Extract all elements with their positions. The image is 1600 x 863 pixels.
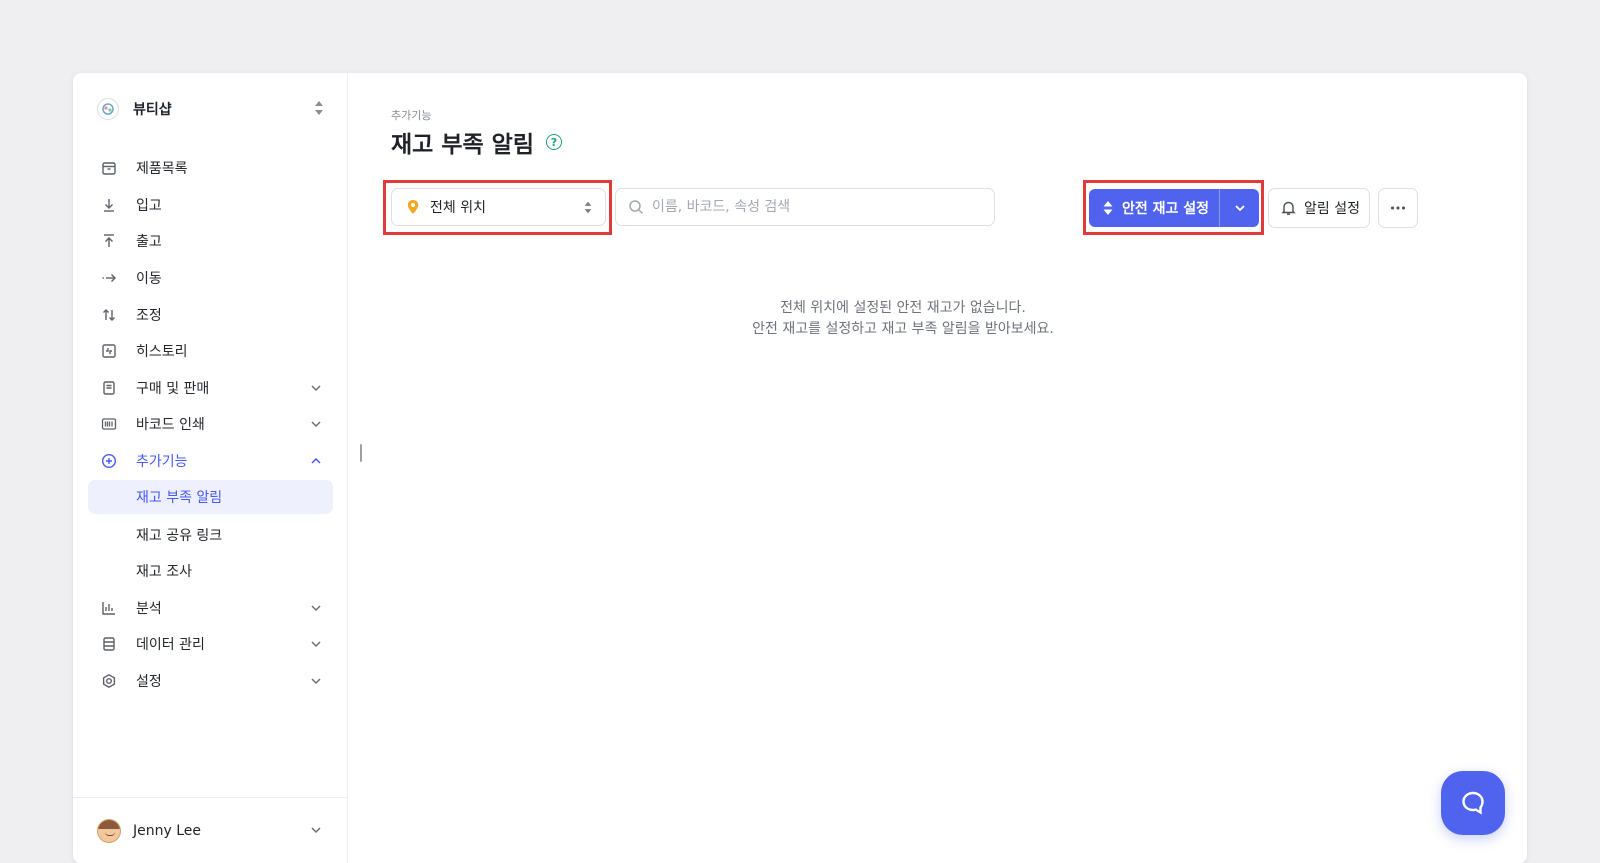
chevron-down-icon (1234, 205, 1245, 212)
sidebar-item-inbound[interactable]: 입고 (88, 187, 333, 224)
sidebar-item-label: 데이터 관리 (136, 637, 205, 654)
bell-icon (1281, 201, 1296, 215)
updown-icon (584, 201, 592, 214)
chat-bubble-icon (1462, 791, 1484, 815)
sidebar-item-outbound[interactable]: 출고 (88, 223, 333, 260)
chevron-down-icon[interactable] (309, 674, 323, 688)
chevron-down-icon[interactable] (309, 601, 323, 615)
empty-state-line: 안전 재고를 설정하고 재고 부족 알림을 받아보세요. (752, 321, 1054, 337)
sidebar-item-products[interactable]: 제품목록 (88, 150, 333, 187)
sidebar-subitem-stock-share-link[interactable]: 재고 공유 링크 (88, 516, 333, 553)
database-icon (100, 635, 118, 653)
arrow-down-icon (100, 196, 118, 214)
updown-icon (315, 101, 323, 115)
chevron-down-icon[interactable] (309, 637, 323, 651)
sidebar-item-label: 바코드 인쇄 (136, 417, 205, 434)
sidebar-item-barcode-print[interactable]: 바코드 인쇄 (88, 406, 333, 443)
main-content: 추가기능 재고 부족 알림 ? 전체 위치 안전 재고 설정 (348, 73, 1527, 863)
history-icon (100, 342, 118, 360)
sidebar-nav: 제품목록 입고 출고 이동 조정 히스토리 구매 및 판매 바코드 인쇄 추가기… (88, 150, 333, 699)
app-window: 뷰티샵 제품목록 입고 출고 이동 조정 히스토리 구매 및 판매 바코드 인쇄… (73, 73, 1527, 863)
sidebar: 뷰티샵 제품목록 입고 출고 이동 조정 히스토리 구매 및 판매 바코드 인쇄… (73, 73, 348, 863)
chevron-down-icon[interactable] (309, 823, 323, 837)
sidebar-item-history[interactable]: 히스토리 (88, 333, 333, 370)
chevron-down-icon[interactable] (309, 417, 323, 431)
sidebar-item-data-management[interactable]: 데이터 관리 (88, 626, 333, 663)
sidebar-item-purchase-sales[interactable]: 구매 및 판매 (88, 370, 333, 407)
chevron-up-icon[interactable] (309, 454, 323, 468)
sidebar-item-label: 히스토리 (136, 344, 188, 361)
alarm-settings-button-label: 알림 설정 (1304, 201, 1360, 217)
help-icon[interactable]: ? (545, 134, 562, 150)
user-name: Jenny Lee (133, 822, 202, 839)
sidebar-item-label: 구매 및 판매 (136, 380, 210, 397)
safety-stock-button-label: 안전 재고 설정 (1122, 201, 1210, 217)
location-select[interactable]: 전체 위치 (391, 188, 606, 226)
user-menu[interactable]: Jenny Lee (73, 797, 348, 863)
empty-state-message: 전체 위치에 설정된 안전 재고가 없습니다. 안전 재고를 설정하고 재고 부… (348, 298, 1458, 340)
page-title-row: 재고 부족 알림 ? (391, 125, 562, 159)
sidebar-item-label: 출고 (136, 234, 162, 251)
arrow-up-icon (100, 232, 118, 250)
sidebar-item-label: 이동 (136, 271, 162, 288)
breadcrumb[interactable]: 추가기능 (391, 107, 431, 123)
safety-stock-dropdown-button[interactable] (1220, 189, 1259, 227)
safety-stock-button[interactable]: 안전 재고 설정 (1089, 189, 1220, 227)
more-options-button[interactable] (1378, 188, 1418, 228)
search-input[interactable] (652, 199, 972, 215)
swap-vertical-icon (100, 306, 118, 324)
plus-circle-icon (100, 452, 118, 470)
shop-switcher[interactable]: 뷰티샵 (97, 95, 325, 123)
sidebar-item-label: 입고 (136, 197, 162, 214)
sidebar-item-settings[interactable]: 설정 (88, 663, 333, 700)
arrow-right-dotted-icon (100, 269, 118, 287)
gear-icon (100, 672, 118, 690)
avatar (97, 818, 121, 843)
sidebar-item-label: 추가기능 (136, 454, 188, 471)
more-horizontal-icon (1391, 206, 1405, 210)
location-select-value: 전체 위치 (430, 200, 486, 216)
shop-name: 뷰티샵 (133, 102, 172, 118)
search-box (615, 188, 995, 226)
box-icon (100, 159, 118, 177)
sidebar-item-label: 조정 (136, 307, 162, 324)
location-pin-icon (407, 200, 419, 214)
updown-icon (1103, 201, 1113, 215)
bar-chart-icon (100, 599, 118, 617)
alarm-settings-button[interactable]: 알림 설정 (1268, 188, 1370, 228)
empty-state-line: 전체 위치에 설정된 안전 재고가 없습니다. (780, 300, 1026, 316)
search-icon (629, 200, 644, 215)
barcode-icon (100, 415, 118, 433)
safety-stock-button-group: 안전 재고 설정 (1089, 189, 1259, 227)
sidebar-item-addons[interactable]: 추가기능 (88, 443, 333, 480)
chat-support-button[interactable] (1441, 771, 1505, 835)
sidebar-item-adjust[interactable]: 조정 (88, 296, 333, 333)
sidebar-item-transfer[interactable]: 이동 (88, 260, 333, 297)
sidebar-item-label: 설정 (136, 674, 162, 691)
chevron-down-icon[interactable] (309, 381, 323, 395)
sidebar-item-analytics[interactable]: 분석 (88, 590, 333, 627)
sidebar-item-label: 분석 (136, 600, 162, 617)
sidebar-subitem-low-stock-alert[interactable]: 재고 부족 알림 (88, 480, 333, 515)
page-title: 재고 부족 알림 (391, 132, 534, 158)
shop-logo-icon (97, 98, 119, 120)
sidebar-item-label: 제품목록 (136, 161, 188, 178)
sidebar-subitem-stock-count[interactable]: 재고 조사 (88, 553, 333, 590)
document-icon (100, 379, 118, 397)
